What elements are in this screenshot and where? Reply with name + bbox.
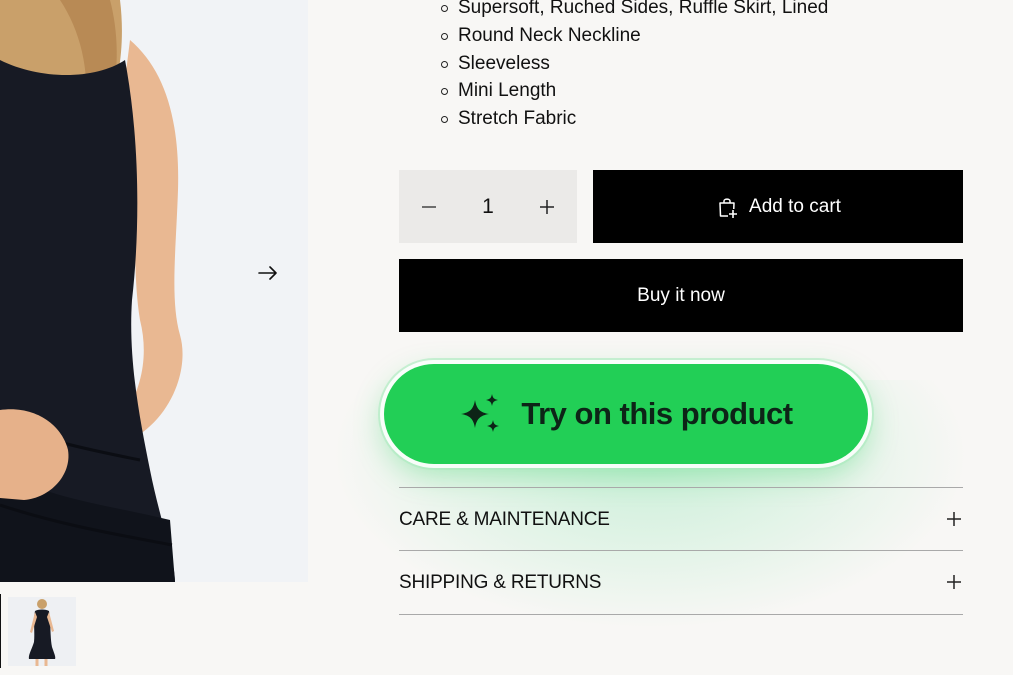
product-thumbnail[interactable] — [8, 597, 76, 666]
plus-icon — [947, 512, 961, 526]
feature-item: Stretch Fabric — [440, 105, 828, 133]
quantity-input[interactable]: 1 — [459, 170, 517, 243]
feature-item: Mini Length — [440, 77, 828, 105]
try-on-label: Try on this product — [521, 396, 793, 431]
sparkles-icon — [461, 394, 500, 432]
next-image-button[interactable] — [255, 262, 281, 284]
accordion-care-maintenance[interactable]: CARE & MAINTENANCE — [399, 487, 963, 551]
add-to-cart-label: Add to cart — [749, 195, 841, 217]
try-on-product-button[interactable]: Try on this product — [384, 364, 868, 464]
increase-quantity-button[interactable] — [517, 170, 577, 243]
thumbnail-photo — [8, 597, 76, 666]
buy-now-button[interactable]: Buy it now — [399, 259, 963, 332]
minus-icon — [422, 205, 436, 208]
thumbnail-selected-indicator — [0, 594, 1, 668]
plus-icon — [540, 199, 554, 214]
feature-item: Round Neck Neckline — [440, 22, 828, 50]
plus-icon — [947, 575, 961, 589]
accordion-title: SHIPPING & RETURNS — [399, 572, 602, 593]
product-feature-list: Supersoft, Ruched Sides, Ruffle Skirt, L… — [440, 0, 828, 133]
buy-now-label: Buy it now — [637, 284, 725, 306]
feature-item: Sleeveless — [440, 50, 828, 78]
decrease-quantity-button[interactable] — [399, 170, 459, 243]
dress-model-photo — [0, 0, 308, 582]
product-main-image — [0, 0, 308, 582]
quantity-stepper: 1 — [399, 170, 577, 243]
cart-add-icon — [719, 197, 739, 219]
add-to-cart-button[interactable]: Add to cart — [593, 170, 963, 243]
accordion-title: CARE & MAINTENANCE — [399, 509, 610, 530]
arrow-right-icon — [258, 266, 277, 280]
feature-item: Supersoft, Ruched Sides, Ruffle Skirt, L… — [440, 0, 828, 22]
accordion-shipping-returns[interactable]: SHIPPING & RETURNS — [399, 550, 963, 615]
